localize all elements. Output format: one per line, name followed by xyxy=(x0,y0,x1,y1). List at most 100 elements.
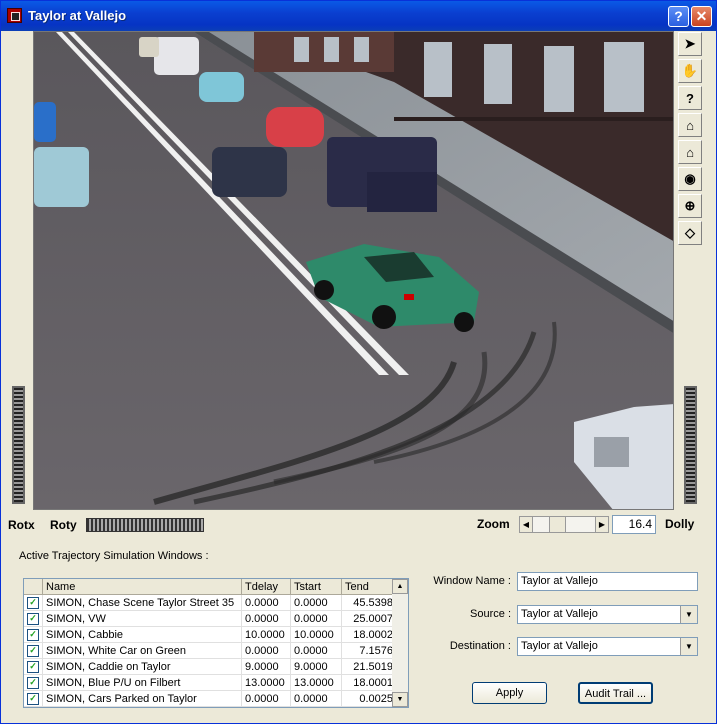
destination-label: Destination : xyxy=(449,640,511,652)
row-tstart: 0.0000 xyxy=(290,642,342,659)
table-header-row: Name Tdelay Tstart Tend xyxy=(24,579,397,595)
3d-viewport[interactable] xyxy=(33,31,674,510)
main-window: Taylor at Vallejo ? ✕ ➤ ✋ ? ⌂ ⌂ ◉ ⊕ ◇ Ro… xyxy=(0,0,717,724)
scroll-up-icon[interactable]: ▲ xyxy=(392,579,408,594)
roty-label: Roty xyxy=(50,518,77,532)
table-row[interactable]: ✓ SIMON, Cabbie 10.0000 10.0000 18.0002 xyxy=(24,626,397,643)
audit-trail-button[interactable]: Audit Trail ... xyxy=(578,682,653,704)
row-tstart: 0.0000 xyxy=(290,690,342,707)
apply-button[interactable]: Apply xyxy=(472,682,547,704)
row-tdelay: 13.0000 xyxy=(241,674,291,691)
row-name: SIMON, Cabbie xyxy=(42,626,242,643)
select-arrow-icon[interactable]: ➤ xyxy=(678,32,702,56)
table-row[interactable]: ✓ SIMON, Chase Scene Taylor Street 35 0.00… xyxy=(24,594,397,611)
table-row[interactable]: ✓ SIMON, Cars Parked on Taylor 0.0000 0.000… xyxy=(24,690,397,707)
help-question-icon[interactable]: ? xyxy=(678,86,702,110)
rotx-label: Rotx xyxy=(8,518,35,532)
perspective-icon[interactable]: ◇ xyxy=(678,221,702,245)
dolly-label: Dolly xyxy=(665,517,695,531)
scroll-track[interactable] xyxy=(392,594,408,692)
title-bar[interactable]: Taylor at Vallejo ? ✕ xyxy=(1,1,716,31)
row-tdelay: 0.0000 xyxy=(241,610,291,627)
table-row[interactable]: ✓ SIMON, White Car on Green 0.0000 0.0000 7.… xyxy=(24,642,397,659)
checkbox-check-icon[interactable]: ✓ xyxy=(27,612,39,625)
row-tend: 7.1576 xyxy=(341,642,397,659)
row-tend: 45.5398 xyxy=(341,594,397,611)
zoom-thumb[interactable] xyxy=(549,516,566,533)
zoom-right-arrow-icon[interactable]: ▶ xyxy=(595,516,609,533)
checkbox-check-icon[interactable]: ✓ xyxy=(27,676,39,689)
row-tdelay: 10.0000 xyxy=(241,626,291,643)
destination-value: Taylor at Vallejo xyxy=(521,640,598,652)
col-header-name[interactable]: Name xyxy=(42,579,242,595)
row-tend: 0.0025 xyxy=(341,690,397,707)
table-scrollbar[interactable]: ▲ ▼ xyxy=(392,579,408,707)
col-header-tstart[interactable]: Tstart xyxy=(290,579,342,595)
app-icon xyxy=(7,8,22,23)
zoom-left-arrow-icon[interactable]: ◀ xyxy=(519,516,533,533)
row-checkbox[interactable]: ✓ xyxy=(24,626,43,643)
row-name: SIMON, Caddie on Taylor xyxy=(42,658,242,675)
row-tstart: 9.0000 xyxy=(290,658,342,675)
table-row[interactable]: ✓ SIMON, Caddie on Taylor 9.0000 9.0000 21.5… xyxy=(24,658,397,675)
home-icon[interactable]: ⌂ xyxy=(678,113,702,137)
row-name: SIMON, White Car on Green xyxy=(42,642,242,659)
table-row[interactable]: ✓ SIMON, Blue P/U on Filbert 13.0000 13.000… xyxy=(24,674,397,691)
set-home-icon[interactable]: ⌂ xyxy=(678,140,702,164)
row-checkbox[interactable]: ✓ xyxy=(24,658,43,675)
row-tend: 18.0002 xyxy=(341,626,397,643)
viewer-toolbar: ➤ ✋ ? ⌂ ⌂ ◉ ⊕ ◇ xyxy=(676,31,704,248)
section-label: Active Trajectory Simulation Windows : xyxy=(19,550,209,562)
checkbox-check-icon[interactable]: ✓ xyxy=(27,692,39,705)
chevron-down-icon[interactable]: ▼ xyxy=(680,606,697,623)
col-header-tdelay[interactable]: Tdelay xyxy=(241,579,291,595)
hand-pan-icon[interactable]: ✋ xyxy=(678,59,702,83)
row-name: SIMON, VW xyxy=(42,610,242,627)
help-button[interactable]: ? xyxy=(668,6,689,27)
rotx-thumbwheel[interactable] xyxy=(12,386,25,504)
zoom-label: Zoom xyxy=(477,517,510,531)
row-name: SIMON, Chase Scene Taylor Street 35 xyxy=(42,594,242,611)
row-tdelay: 0.0000 xyxy=(241,690,291,707)
row-checkbox[interactable]: ✓ xyxy=(24,594,43,611)
roty-thumbwheel[interactable] xyxy=(86,518,204,532)
source-value: Taylor at Vallejo xyxy=(521,608,598,620)
trajectory-table: Name Tdelay Tstart Tend ✓ SIMON, Chase Sc… xyxy=(23,578,409,708)
row-checkbox[interactable]: ✓ xyxy=(24,642,43,659)
checkbox-check-icon[interactable]: ✓ xyxy=(27,644,39,657)
dolly-thumbwheel[interactable] xyxy=(684,386,697,504)
row-tend: 18.0001 xyxy=(341,674,397,691)
view-all-icon[interactable]: ◉ xyxy=(678,167,702,191)
row-tend: 21.5019 xyxy=(341,658,397,675)
row-name: SIMON, Cars Parked on Taylor xyxy=(42,690,242,707)
col-header-check[interactable] xyxy=(24,579,43,595)
source-select[interactable]: Taylor at Vallejo ▼ xyxy=(517,605,698,624)
table-row[interactable]: ✓ SIMON, VW 0.0000 0.0000 25.0007 xyxy=(24,610,397,627)
col-header-tend[interactable]: Tend xyxy=(341,579,397,595)
destination-select[interactable]: Taylor at Vallejo ▼ xyxy=(517,637,698,656)
row-tdelay: 9.0000 xyxy=(241,658,291,675)
row-name: SIMON, Blue P/U on Filbert xyxy=(42,674,242,691)
row-checkbox[interactable]: ✓ xyxy=(24,610,43,627)
row-tstart: 13.0000 xyxy=(290,674,342,691)
row-tstart: 10.0000 xyxy=(290,626,342,643)
row-checkbox[interactable]: ✓ xyxy=(24,690,43,707)
window-name-label: Window Name : xyxy=(433,575,511,587)
zoom-value-field[interactable]: 16.4 xyxy=(612,515,656,534)
close-button[interactable]: ✕ xyxy=(691,6,712,27)
seek-icon[interactable]: ⊕ xyxy=(678,194,702,218)
window-title: Taylor at Vallejo xyxy=(28,8,127,23)
row-tstart: 0.0000 xyxy=(290,610,342,627)
checkbox-check-icon[interactable]: ✓ xyxy=(27,596,39,609)
chevron-down-icon[interactable]: ▼ xyxy=(680,638,697,655)
checkbox-check-icon[interactable]: ✓ xyxy=(27,660,39,673)
scroll-down-icon[interactable]: ▼ xyxy=(392,692,408,707)
row-tstart: 0.0000 xyxy=(290,594,342,611)
street-scene-render xyxy=(34,32,673,509)
checkbox-check-icon[interactable]: ✓ xyxy=(27,628,39,641)
row-tend: 25.0007 xyxy=(341,610,397,627)
row-tdelay: 0.0000 xyxy=(241,642,291,659)
row-checkbox[interactable]: ✓ xyxy=(24,674,43,691)
source-label: Source : xyxy=(470,608,511,620)
window-name-input[interactable]: Taylor at Vallejo xyxy=(517,572,698,591)
